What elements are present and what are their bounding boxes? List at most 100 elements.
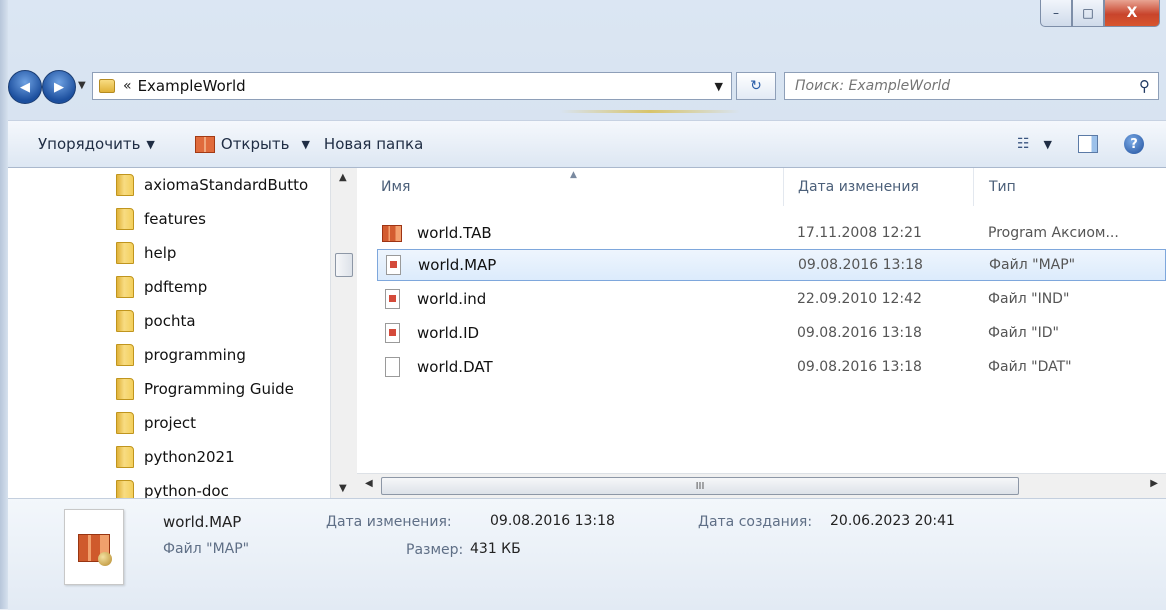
- back-button[interactable]: ◀: [8, 70, 42, 104]
- scrollbar-thumb[interactable]: [335, 253, 353, 277]
- nav-folder-item[interactable]: axiomaStandardButto: [8, 168, 308, 202]
- file-type: Файл "DAT": [988, 359, 1072, 375]
- open-dropdown-button[interactable]: ▼: [295, 138, 309, 151]
- nav-folder-item[interactable]: help: [8, 236, 176, 270]
- help-icon[interactable]: ?: [1124, 134, 1144, 154]
- nav-folder-item[interactable]: programming: [8, 338, 246, 372]
- map-file-icon: [381, 323, 403, 343]
- view-dropdown-icon[interactable]: ▼: [1038, 138, 1052, 151]
- minimize-button[interactable]: –: [1040, 0, 1072, 27]
- open-label: Открыть: [220, 135, 290, 153]
- file-name: world.ID: [417, 324, 480, 342]
- details-created-label: Дата создания:: [698, 514, 813, 530]
- nav-folder-label: pdftemp: [144, 278, 208, 296]
- column-header-label: Дата изменения: [798, 179, 919, 195]
- address-chevron-icon[interactable]: «: [123, 78, 132, 94]
- new-folder-button[interactable]: Новая папка: [324, 135, 423, 153]
- folder-icon: [116, 276, 134, 298]
- file-date: 17.11.2008 12:21: [797, 225, 922, 241]
- nav-folder-item[interactable]: pochta: [8, 304, 196, 338]
- nav-folder-item[interactable]: pdftemp: [8, 270, 207, 304]
- file-type: Файл "IND": [988, 291, 1070, 307]
- details-created-value: 20.06.2023 20:41: [830, 513, 955, 529]
- nav-pane-scrollbar[interactable]: ▲ ▼: [330, 168, 357, 498]
- folder-icon: [116, 174, 134, 196]
- scroll-up-icon[interactable]: ▲: [339, 172, 347, 183]
- new-folder-label: Новая папка: [323, 135, 424, 153]
- forward-arrow-icon: ▶: [54, 79, 64, 95]
- file-row[interactable]: world.DAT 09.08.2016 13:18 Файл "DAT": [377, 351, 1166, 383]
- address-dropdown-icon[interactable]: ▼: [715, 80, 723, 93]
- organize-button[interactable]: Упорядочить ▼: [38, 135, 155, 153]
- close-button[interactable]: X: [1104, 0, 1160, 27]
- details-size-value: 431 КБ: [470, 541, 521, 557]
- file-name: world.TAB: [417, 224, 492, 242]
- folder-icon: [116, 412, 134, 434]
- file-type: Файл "MAP": [989, 257, 1076, 273]
- open-button[interactable]: Открыть: [194, 135, 290, 153]
- column-divider[interactable]: [783, 168, 784, 206]
- folder-icon: [116, 344, 134, 366]
- file-name: world.MAP: [418, 256, 497, 274]
- map-file-icon: [381, 289, 403, 309]
- details-pane: world.MAP Файл "MAP" Дата изменения: 09.…: [8, 498, 1166, 610]
- details-modified-label: Дата изменения:: [326, 514, 452, 530]
- file-list-pane: Имя ▲ Дата изменения Тип world.TAB 17.11…: [357, 168, 1166, 498]
- file-date: 09.08.2016 13:18: [797, 325, 922, 341]
- file-row[interactable]: world.ind 22.09.2010 12:42 Файл "IND": [377, 283, 1166, 315]
- folder-icon: [99, 79, 115, 93]
- details-size-label: Размер:: [406, 542, 464, 558]
- preview-pane-icon[interactable]: [1078, 135, 1098, 153]
- caption-buttons: – □ X: [1040, 0, 1160, 28]
- scrollbar-thumb[interactable]: III: [381, 477, 1019, 495]
- nav-folder-item[interactable]: Programming Guide: [8, 372, 294, 406]
- maximize-button[interactable]: □: [1072, 0, 1104, 27]
- horizontal-scrollbar[interactable]: ◀ III ▶: [357, 473, 1166, 498]
- column-header-type[interactable]: Тип: [989, 168, 1016, 206]
- chevron-down-icon: ▼: [301, 137, 310, 151]
- nav-folder-label: features: [144, 210, 206, 228]
- scroll-down-icon[interactable]: ▼: [339, 483, 347, 494]
- nav-folder-label: project: [144, 414, 197, 432]
- column-divider[interactable]: [973, 168, 974, 206]
- forward-button[interactable]: ▶: [42, 70, 76, 104]
- address-text[interactable]: ExampleWorld: [138, 77, 246, 95]
- sort-ascending-icon: ▲: [570, 170, 577, 180]
- folder-icon: [116, 242, 134, 264]
- folder-icon: [116, 310, 134, 332]
- address-bar[interactable]: « ExampleWorld ▼: [92, 72, 732, 100]
- search-input[interactable]: [793, 77, 1139, 95]
- details-modified-value: 09.08.2016 13:18: [490, 513, 615, 529]
- column-header-name[interactable]: Имя: [381, 168, 410, 206]
- recent-pages-dropdown[interactable]: ▼: [78, 80, 86, 91]
- details-file-type: Файл "MAP": [163, 541, 250, 557]
- folder-icon: [116, 378, 134, 400]
- scroll-left-icon[interactable]: ◀: [365, 478, 373, 489]
- nav-folder-label: python2021: [144, 448, 235, 466]
- nav-folder-item[interactable]: python2021: [8, 440, 235, 474]
- refresh-button[interactable]: ↻: [736, 72, 776, 100]
- details-file-name: world.MAP: [163, 513, 242, 531]
- search-box[interactable]: ⚲: [784, 72, 1159, 100]
- nav-folder-label: programming: [144, 346, 246, 364]
- organize-label: Упорядочить: [38, 135, 141, 153]
- file-row[interactable]: world.TAB 17.11.2008 12:21 Program Аксио…: [377, 217, 1166, 249]
- folder-icon: [116, 446, 134, 468]
- navigation-pane: axiomaStandardButto features help pdftem…: [8, 168, 357, 502]
- column-header-date[interactable]: Дата изменения: [798, 168, 919, 206]
- change-view-icon[interactable]: ☷: [1017, 136, 1030, 152]
- nav-folder-item[interactable]: project: [8, 406, 196, 440]
- folder-icon: [116, 208, 134, 230]
- file-thumbnail: [64, 509, 124, 585]
- file-name: world.ind: [417, 290, 487, 308]
- column-header-label: Имя: [381, 179, 411, 195]
- map-tab-icon: [381, 224, 403, 242]
- map-file-icon: [382, 255, 404, 275]
- search-icon[interactable]: ⚲: [1139, 77, 1150, 95]
- nav-folder-item[interactable]: features: [8, 202, 206, 236]
- file-row[interactable]: world.ID 09.08.2016 13:18 Файл "ID": [377, 317, 1166, 349]
- scroll-right-icon[interactable]: ▶: [1150, 478, 1158, 489]
- file-name: world.DAT: [417, 358, 493, 376]
- file-row-selected[interactable]: world.MAP 09.08.2016 13:18 Файл "MAP": [377, 249, 1166, 281]
- chevron-down-icon: ▼: [146, 137, 155, 151]
